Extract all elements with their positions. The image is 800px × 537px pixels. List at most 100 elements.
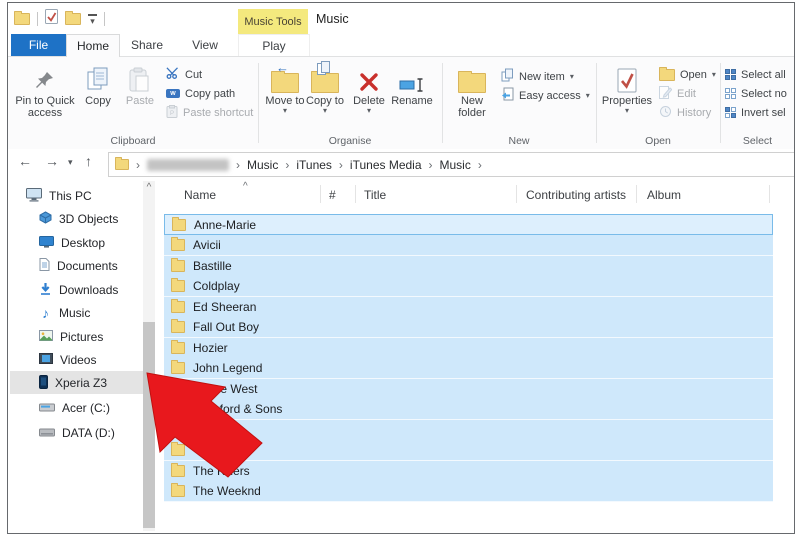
document-icon xyxy=(39,258,50,274)
sidebar-scrollbar-thumb[interactable] xyxy=(143,322,155,528)
sidebar-item-acer-c[interactable]: Acer (C:) xyxy=(39,397,110,419)
music-note-icon: ♪ xyxy=(39,305,52,321)
file-name: John Legend xyxy=(193,361,262,375)
up-button[interactable]: ↑ xyxy=(85,153,92,169)
folder-icon xyxy=(171,424,185,436)
file-row[interactable]: Anne-Marie xyxy=(164,214,773,235)
select-none-button[interactable]: Select no xyxy=(725,84,787,103)
button-label: Copy path xyxy=(185,88,235,100)
paste-button[interactable]: Paste xyxy=(120,61,160,107)
forward-button[interactable]: → xyxy=(45,153,59,169)
column-header-contributing-artists[interactable]: Contributing artists xyxy=(526,188,626,202)
column-divider[interactable] xyxy=(355,185,356,203)
new-folder-button[interactable]: New folder xyxy=(449,61,495,119)
file-row[interactable]: Coldplay xyxy=(164,276,773,297)
qat-properties-button[interactable] xyxy=(45,9,58,29)
new-item-button[interactable]: New item ▾ xyxy=(501,67,590,86)
file-name: The Killers xyxy=(193,464,250,478)
column-header-title[interactable]: Title xyxy=(364,188,386,202)
copy-button[interactable]: Copy xyxy=(78,61,118,107)
chevron-down-icon: ▾ xyxy=(367,107,371,115)
desktop-monitor-icon xyxy=(39,236,54,251)
copy-to-button[interactable]: Copy to ▾ xyxy=(305,61,345,115)
easy-access-button[interactable]: Easy access ▾ xyxy=(501,86,590,105)
file-row[interactable]: Ed Sheeran xyxy=(164,297,773,318)
folder-icon xyxy=(171,342,185,354)
scroll-up-arrow[interactable]: ^ xyxy=(144,182,154,193)
delete-button[interactable]: Delete ▾ xyxy=(349,61,389,115)
qat-customize-button[interactable]: ▾ xyxy=(88,14,97,25)
rename-button[interactable]: Rename xyxy=(389,61,435,107)
column-header-name[interactable]: Name xyxy=(184,188,216,202)
qat-new-folder-button[interactable] xyxy=(65,13,81,25)
open-button[interactable]: Open ▾ xyxy=(659,65,716,84)
history-button[interactable]: History xyxy=(659,103,716,122)
column-divider[interactable] xyxy=(320,185,321,203)
tab-play[interactable]: Play xyxy=(238,34,310,57)
sidebar-item-this-pc[interactable]: This PC xyxy=(26,185,92,207)
scissors-icon xyxy=(166,67,180,82)
file-row[interactable]: Kanye West xyxy=(164,379,773,400)
file-name: Kanye West xyxy=(193,382,257,396)
sidebar-item-desktop[interactable]: Desktop xyxy=(39,232,105,254)
folder-icon xyxy=(171,362,185,374)
tab-view[interactable]: View xyxy=(176,34,234,56)
properties-button[interactable]: Properties ▾ xyxy=(599,61,655,115)
sidebar-item-3d-objects[interactable]: 3D Objects xyxy=(39,208,118,230)
sidebar-item-label: Acer (C:) xyxy=(62,401,110,415)
tab-file[interactable]: File xyxy=(11,34,66,56)
tab-share[interactable]: Share xyxy=(118,34,176,56)
hard-drive-icon xyxy=(39,426,55,440)
file-name: Coldplay xyxy=(193,279,240,293)
breadcrumb-segment[interactable]: iTunes Media xyxy=(350,158,422,172)
pin-to-quick-access-button[interactable]: Pin to Quick access xyxy=(14,61,76,119)
group-label-organise: Organise xyxy=(259,135,441,147)
sidebar-item-pictures[interactable]: Pictures xyxy=(39,326,103,348)
breadcrumb-segment[interactable]: iTunes xyxy=(296,158,332,172)
column-divider[interactable] xyxy=(769,185,770,203)
file-row[interactable] xyxy=(164,440,773,461)
sidebar-item-music[interactable]: ♪ Music xyxy=(39,302,90,324)
file-row[interactable]: Fall Out Boy xyxy=(164,317,773,338)
file-name: Mumford & Sons xyxy=(193,402,282,416)
paste-shortcut-button[interactable]: P Paste shortcut xyxy=(166,103,253,122)
content-area: This PC 3D Objects Desktop Documents Dow… xyxy=(8,179,794,533)
sidebar-item-xperia-z3[interactable]: Xperia Z3 xyxy=(39,372,107,394)
recent-locations-dropdown[interactable]: ▾ xyxy=(68,157,73,168)
back-button[interactable]: ← xyxy=(18,153,32,169)
file-row[interactable] xyxy=(164,420,773,441)
sidebar-item-data-d[interactable]: DATA (D:) xyxy=(39,422,115,444)
column-divider[interactable] xyxy=(636,185,637,203)
quick-access-toolbar: ▾ xyxy=(14,10,105,28)
button-label: Open xyxy=(680,69,707,81)
ribbon-group-select: Select all Select no Invert sel Select xyxy=(721,57,794,149)
invert-selection-button[interactable]: Invert sel xyxy=(725,103,787,122)
file-row[interactable]: Mumford & Sons xyxy=(164,399,773,420)
cut-button[interactable]: Cut xyxy=(166,65,253,84)
column-header-number[interactable]: # xyxy=(329,188,336,202)
breadcrumb-segment[interactable]: Music xyxy=(247,158,278,172)
edit-button[interactable]: Edit xyxy=(659,84,716,103)
file-row[interactable]: John Legend xyxy=(164,358,773,379)
breadcrumb-segment[interactable]: Music xyxy=(440,158,471,172)
sidebar-item-videos[interactable]: Videos xyxy=(39,349,96,371)
copy-path-button[interactable]: w Copy path xyxy=(166,84,253,103)
move-to-icon: ← xyxy=(271,61,299,95)
tab-home[interactable]: Home xyxy=(66,34,120,57)
folder-icon xyxy=(172,219,186,231)
new-folder-icon xyxy=(458,61,486,95)
column-divider[interactable] xyxy=(516,185,517,203)
file-row[interactable]: The Weeknd xyxy=(164,481,773,502)
sidebar-item-downloads[interactable]: Downloads xyxy=(39,279,118,301)
file-row[interactable]: Bastille xyxy=(164,256,773,277)
chevron-right-icon: › xyxy=(236,158,240,172)
chevron-down-icon: ▾ xyxy=(323,107,327,115)
column-header-album[interactable]: Album xyxy=(647,188,681,202)
file-row[interactable]: The Killers xyxy=(164,461,773,482)
sidebar-item-documents[interactable]: Documents xyxy=(39,255,118,277)
select-all-button[interactable]: Select all xyxy=(725,65,787,84)
file-row[interactable]: Avicii xyxy=(164,235,773,256)
file-row[interactable]: Hozier xyxy=(164,338,773,359)
breadcrumb[interactable]: › › Music › iTunes › iTunes Media › Musi… xyxy=(108,152,795,177)
move-to-button[interactable]: ← Move to ▾ xyxy=(265,61,305,115)
